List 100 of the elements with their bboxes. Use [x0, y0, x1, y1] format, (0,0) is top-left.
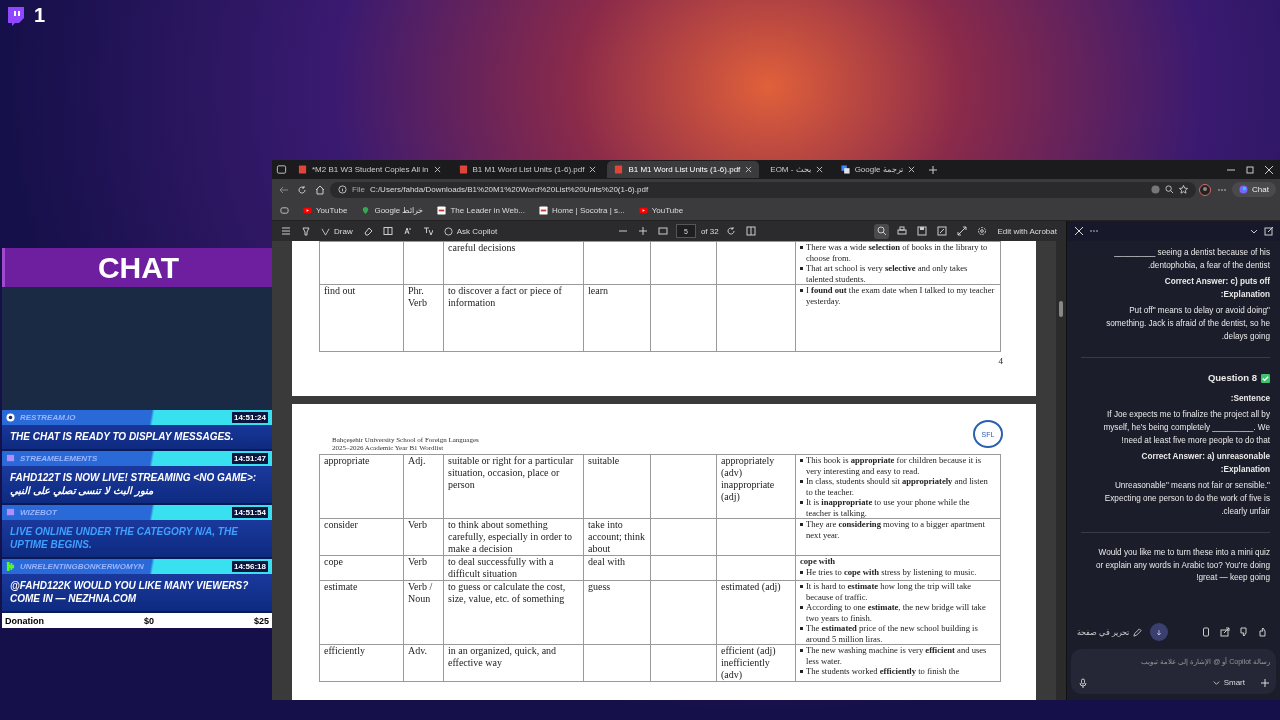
edit-icon[interactable] [934, 223, 950, 239]
chat-message-text: FAHD122T IS NOW LIVE! STREAMING <NO GAME>: منور البث لا تنسى تصلي على النبي [9, 471, 258, 499]
page-view-icon[interactable] [743, 223, 759, 239]
page-count: of 32 [700, 226, 719, 236]
table-cell: consider [324, 519, 358, 530]
scrollbar[interactable] [1056, 241, 1066, 700]
question-heading: Question 8 [1207, 372, 1257, 385]
bookmark-link[interactable]: YouTube [303, 205, 348, 215]
copilot-chat-button[interactable]: Chat [1232, 182, 1276, 197]
zoom-icon[interactable] [1165, 185, 1175, 194]
table-cell: efficiently [324, 645, 365, 656]
close-icon[interactable] [815, 166, 823, 173]
profile-avatar-icon[interactable] [1199, 183, 1212, 196]
browser-tab[interactable]: B1 M1 Word List Units (1-6).pdf [607, 161, 760, 178]
save-icon[interactable] [914, 223, 930, 239]
donation-goal: $25 [253, 615, 269, 626]
close-icon[interactable] [589, 166, 597, 173]
address-field[interactable]: File C:/Users/fahda/Downloads/B1%20M1%20Word%20List%20Units%20(1-6).pdf [330, 181, 1197, 198]
info-icon[interactable] [338, 185, 347, 194]
chat-response-text: Would you like me to turn these into a mini quiz [1097, 547, 1270, 560]
play-logo-icon [638, 205, 648, 215]
example-sentence: It is inappropriate to use your phone while the teacher is talking. [806, 497, 971, 518]
share-icon[interactable] [1217, 624, 1232, 640]
table-cell: guess [588, 581, 611, 592]
table-cell: to discover a fact or piece of information [448, 285, 562, 308]
bullet-icon [800, 501, 803, 504]
copilot-logo-icon [1239, 185, 1249, 194]
translate-icon [840, 165, 850, 174]
close-icon[interactable] [745, 166, 753, 173]
table-cell: appropriately (adv) inappropriate (adj) [721, 455, 775, 502]
chat-timestamp: 14:51:54 [231, 507, 268, 518]
table-cell: in an organized, quick, and effective way [448, 645, 557, 668]
circle-icon [6, 413, 15, 422]
bullet-icon [800, 523, 803, 526]
example-sentence: There was a wide selection of books in the library to choose from. [806, 242, 989, 263]
table-cell: find out [324, 285, 356, 296]
chat-response-text: .delays going [1220, 330, 1270, 343]
pencil-icon [1133, 627, 1143, 637]
bookmark-link[interactable]: Home | Socotra | s... [539, 205, 625, 215]
table-cell: Phr. Verb [408, 285, 427, 308]
example-sentence: The new washing machine is very efficient and uses less water. [806, 645, 988, 666]
table-cell: estimate [324, 581, 358, 592]
chat-response-text: !great — keep going [1195, 572, 1270, 585]
bullet-icon [800, 649, 803, 652]
chat-message-text: @FAHD122K WOULD YOU LIKE MANY VIEWERS? COME IN — NEZHNA.COM [9, 579, 250, 606]
page-number: 4 [997, 356, 1003, 366]
table-cell: suitable or right for a particular situation, occasion, place or person [448, 455, 574, 490]
chevron-down-icon [1211, 678, 1221, 687]
edit-with-acrobat-button[interactable]: Edit with Acrobat [994, 224, 1060, 238]
chat-timestamp: 14:51:24 [231, 412, 268, 423]
bullet-icon [800, 289, 803, 292]
example-sentence: In class, students should sit appropriately and listen to the teacher. [806, 476, 989, 497]
expand-icon[interactable] [954, 223, 970, 239]
chat-response-text: something. Jack is afraid of the dentist, so he [1105, 317, 1270, 330]
close-icon[interactable] [433, 166, 441, 173]
bullet-icon [800, 246, 803, 249]
chat-response-text: .dentophobia, a fear of the dentist [1147, 259, 1270, 272]
bullet-icon [800, 267, 803, 270]
browser-tab[interactable]: EOM - بحث [763, 161, 830, 178]
table-cell: Verb [408, 519, 427, 530]
chat-response-text: :Explanation [1219, 288, 1270, 301]
donation-label: Donation [5, 615, 44, 626]
chat-response-text: Correct Answer: a) unreasonable [1140, 451, 1270, 464]
map-pin-icon [361, 205, 371, 215]
browser-tab[interactable]: B1 M1 Word List Units (1-6).pdf [451, 161, 604, 178]
bookmark-link[interactable]: Google خرائط [361, 205, 424, 215]
example-sentence: The estimated price of the new school building is around 5 million liras. [806, 623, 979, 644]
checkmark-icon [1261, 373, 1270, 383]
bullet-icon [800, 670, 803, 673]
table-cell: to guess or calculate the cost, size, value, etc. of something [448, 581, 566, 604]
circle-icon [443, 226, 453, 236]
chat-username: RESTREAM.IO [20, 413, 77, 422]
play-logo-icon [303, 205, 312, 215]
tab-actions-icon[interactable] [276, 164, 287, 175]
chat-response-text: myself, he's being completely _________. We [1102, 421, 1270, 434]
close-icon[interactable] [907, 166, 915, 173]
search-icon[interactable] [874, 223, 890, 239]
scroll-down-icon[interactable] [1150, 623, 1169, 641]
example-sentence: The students worked efficiently to finish the [806, 666, 960, 677]
chat-response-text: If Joe expects me to finalize the project all by [1106, 409, 1270, 422]
star-icon[interactable] [1179, 185, 1189, 194]
bullet-icon [800, 585, 803, 588]
chat-response-text: _________ seeing a dentist because of his [1113, 247, 1270, 259]
mode-dropdown[interactable]: Smart [1205, 677, 1251, 688]
bullet-icon [800, 480, 803, 483]
table-cell: careful decisions [448, 242, 516, 253]
ask-copilot-button[interactable]: Ask Copilot [440, 224, 501, 238]
pdf-file-icon [614, 165, 624, 174]
bookmark-link[interactable]: YouTube [638, 205, 684, 215]
bullet-icon [800, 570, 803, 574]
bookmark-link[interactable]: The Leader in Web... [437, 205, 526, 215]
chat-response-text: Correct Answer: c) puts off [1163, 276, 1270, 289]
chat-header: CHAT [2, 248, 272, 287]
site-icon [437, 205, 447, 215]
table-cell: Adv. [408, 645, 428, 656]
donation-start: $0 [143, 615, 154, 626]
chat-timestamp: 14:56:18 [231, 561, 268, 572]
draw-button[interactable]: Draw [318, 224, 356, 238]
browser-tab[interactable]: Google ترجمة [833, 161, 922, 178]
browser-tab[interactable]: *M2 B1 W3 Student Copies All in [291, 161, 448, 178]
